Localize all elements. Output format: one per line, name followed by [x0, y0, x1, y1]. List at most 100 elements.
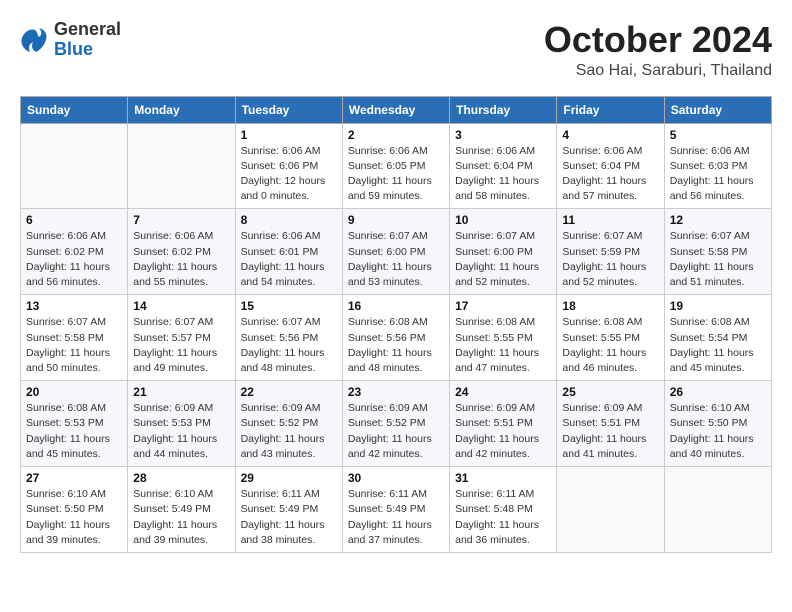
logo-bird-icon — [20, 26, 50, 54]
day-info: Sunrise: 6:07 AMSunset: 5:56 PMDaylight:… — [241, 315, 337, 376]
day-info: Sunrise: 6:06 AMSunset: 6:02 PMDaylight:… — [26, 229, 122, 290]
calendar-cell: 12Sunrise: 6:07 AMSunset: 5:58 PMDayligh… — [664, 209, 771, 295]
day-number: 15 — [241, 299, 337, 313]
logo: General Blue — [20, 20, 121, 60]
calendar-cell: 11Sunrise: 6:07 AMSunset: 5:59 PMDayligh… — [557, 209, 664, 295]
day-number: 22 — [241, 385, 337, 399]
day-info: Sunrise: 6:07 AMSunset: 5:57 PMDaylight:… — [133, 315, 229, 376]
day-info: Sunrise: 6:06 AMSunset: 6:01 PMDaylight:… — [241, 229, 337, 290]
calendar-cell: 3Sunrise: 6:06 AMSunset: 6:04 PMDaylight… — [450, 123, 557, 209]
day-number: 5 — [670, 128, 766, 142]
day-info: Sunrise: 6:08 AMSunset: 5:56 PMDaylight:… — [348, 315, 444, 376]
day-info: Sunrise: 6:11 AMSunset: 5:48 PMDaylight:… — [455, 487, 551, 548]
calendar-cell: 1 Sunrise: 6:06 AMSunset: 6:06 PMDaylight… — [235, 123, 342, 209]
day-number: 9 — [348, 213, 444, 227]
calendar-cell: 27 Sunrise: 6:10 AMSunset: 5:50 PMDayligh… — [21, 467, 128, 553]
calendar-cell: 8 Sunrise: 6:06 AMSunset: 6:01 PMDaylight… — [235, 209, 342, 295]
weekday-header-friday: Friday — [557, 96, 664, 123]
weekday-header-monday: Monday — [128, 96, 235, 123]
day-info: Sunrise: 6:10 AMSunset: 5:50 PMDaylight:… — [670, 401, 766, 462]
day-number: 10 — [455, 213, 551, 227]
calendar-cell: 4 Sunrise: 6:06 AMSunset: 6:04 PMDaylight… — [557, 123, 664, 209]
calendar-cell: 25Sunrise: 6:09 AMSunset: 5:51 PMDayligh… — [557, 381, 664, 467]
day-number: 11 — [562, 213, 658, 227]
day-number: 31 — [455, 471, 551, 485]
day-number: 1 — [241, 128, 337, 142]
day-number: 7 — [133, 213, 229, 227]
calendar-cell — [128, 123, 235, 209]
day-number: 4 — [562, 128, 658, 142]
weekday-header-saturday: Saturday — [664, 96, 771, 123]
calendar-cell: 6 Sunrise: 6:06 AMSunset: 6:02 PMDaylight… — [21, 209, 128, 295]
calendar-cell: 31 Sunrise: 6:11 AMSunset: 5:48 PMDayligh… — [450, 467, 557, 553]
day-info: Sunrise: 6:09 AMSunset: 5:52 PMDaylight:… — [348, 401, 444, 462]
calendar-week-row: 13 Sunrise: 6:07 AMSunset: 5:58 PMDayligh… — [21, 295, 772, 381]
calendar-week-row: 1 Sunrise: 6:06 AMSunset: 6:06 PMDaylight… — [21, 123, 772, 209]
calendar-week-row: 27 Sunrise: 6:10 AMSunset: 5:50 PMDayligh… — [21, 467, 772, 553]
calendar-cell — [21, 123, 128, 209]
day-number: 18 — [562, 299, 658, 313]
calendar-cell: 18 Sunrise: 6:08 AMSunset: 5:55 PMDayligh… — [557, 295, 664, 381]
day-info: Sunrise: 6:08 AMSunset: 5:55 PMDaylight:… — [455, 315, 551, 376]
day-number: 19 — [670, 299, 766, 313]
day-info: Sunrise: 6:07 AMSunset: 5:58 PMDaylight:… — [670, 229, 766, 290]
weekday-header-wednesday: Wednesday — [342, 96, 449, 123]
calendar-cell: 21 Sunrise: 6:09 AMSunset: 5:53 PMDayligh… — [128, 381, 235, 467]
calendar-cell: 17 Sunrise: 6:08 AMSunset: 5:55 PMDayligh… — [450, 295, 557, 381]
day-info: Sunrise: 6:11 AMSunset: 5:49 PMDaylight:… — [241, 487, 337, 548]
day-number: 23 — [348, 385, 444, 399]
calendar-cell: 2 Sunrise: 6:06 AMSunset: 6:05 PMDaylight… — [342, 123, 449, 209]
day-info: Sunrise: 6:06 AMSunset: 6:04 PMDaylight:… — [562, 144, 658, 205]
calendar-cell: 30 Sunrise: 6:11 AMSunset: 5:49 PMDayligh… — [342, 467, 449, 553]
day-number: 2 — [348, 128, 444, 142]
day-number: 26 — [670, 385, 766, 399]
day-info: Sunrise: 6:10 AMSunset: 5:50 PMDaylight:… — [26, 487, 122, 548]
day-number: 3 — [455, 128, 551, 142]
day-info: Sunrise: 6:06 AMSunset: 6:05 PMDaylight:… — [348, 144, 444, 205]
calendar-cell: 29 Sunrise: 6:11 AMSunset: 5:49 PMDayligh… — [235, 467, 342, 553]
day-info: Sunrise: 6:08 AMSunset: 5:54 PMDaylight:… — [670, 315, 766, 376]
day-info: Sunrise: 6:08 AMSunset: 5:55 PMDaylight:… — [562, 315, 658, 376]
calendar-cell: 19 Sunrise: 6:08 AMSunset: 5:54 PMDayligh… — [664, 295, 771, 381]
day-info: Sunrise: 6:06 AMSunset: 6:02 PMDaylight:… — [133, 229, 229, 290]
calendar-cell: 16 Sunrise: 6:08 AMSunset: 5:56 PMDayligh… — [342, 295, 449, 381]
weekday-header-tuesday: Tuesday — [235, 96, 342, 123]
month-title: October 2024 — [544, 20, 772, 60]
day-info: Sunrise: 6:09 AMSunset: 5:53 PMDaylight:… — [133, 401, 229, 462]
day-number: 8 — [241, 213, 337, 227]
day-number: 21 — [133, 385, 229, 399]
day-info: Sunrise: 6:09 AMSunset: 5:51 PMDaylight:… — [455, 401, 551, 462]
calendar-table: SundayMondayTuesdayWednesdayThursdayFrid… — [20, 96, 772, 553]
day-info: Sunrise: 6:10 AMSunset: 5:49 PMDaylight:… — [133, 487, 229, 548]
day-number: 28 — [133, 471, 229, 485]
calendar-cell: 20Sunrise: 6:08 AMSunset: 5:53 PMDayligh… — [21, 381, 128, 467]
day-number: 6 — [26, 213, 122, 227]
day-info: Sunrise: 6:07 AMSunset: 6:00 PMDaylight:… — [348, 229, 444, 290]
day-number: 27 — [26, 471, 122, 485]
day-number: 29 — [241, 471, 337, 485]
day-number: 17 — [455, 299, 551, 313]
calendar-cell: 5 Sunrise: 6:06 AMSunset: 6:03 PMDaylight… — [664, 123, 771, 209]
day-info: Sunrise: 6:09 AMSunset: 5:52 PMDaylight:… — [241, 401, 337, 462]
calendar-cell — [664, 467, 771, 553]
day-number: 20 — [26, 385, 122, 399]
day-number: 16 — [348, 299, 444, 313]
calendar-week-row: 20Sunrise: 6:08 AMSunset: 5:53 PMDayligh… — [21, 381, 772, 467]
calendar-cell — [557, 467, 664, 553]
calendar-cell: 10Sunrise: 6:07 AMSunset: 6:00 PMDayligh… — [450, 209, 557, 295]
calendar-cell: 14 Sunrise: 6:07 AMSunset: 5:57 PMDayligh… — [128, 295, 235, 381]
day-number: 14 — [133, 299, 229, 313]
day-info: Sunrise: 6:11 AMSunset: 5:49 PMDaylight:… — [348, 487, 444, 548]
day-info: Sunrise: 6:06 AMSunset: 6:03 PMDaylight:… — [670, 144, 766, 205]
day-info: Sunrise: 6:06 AMSunset: 6:06 PMDaylight:… — [241, 144, 337, 205]
day-number: 24 — [455, 385, 551, 399]
calendar-cell: 7 Sunrise: 6:06 AMSunset: 6:02 PMDaylight… — [128, 209, 235, 295]
calendar-week-row: 6 Sunrise: 6:06 AMSunset: 6:02 PMDaylight… — [21, 209, 772, 295]
calendar-cell: 26 Sunrise: 6:10 AMSunset: 5:50 PMDayligh… — [664, 381, 771, 467]
calendar-cell: 9 Sunrise: 6:07 AMSunset: 6:00 PMDaylight… — [342, 209, 449, 295]
day-info: Sunrise: 6:07 AMSunset: 5:58 PMDaylight:… — [26, 315, 122, 376]
calendar-cell: 15 Sunrise: 6:07 AMSunset: 5:56 PMDayligh… — [235, 295, 342, 381]
day-number: 30 — [348, 471, 444, 485]
day-number: 13 — [26, 299, 122, 313]
calendar-cell: 24 Sunrise: 6:09 AMSunset: 5:51 PMDayligh… — [450, 381, 557, 467]
